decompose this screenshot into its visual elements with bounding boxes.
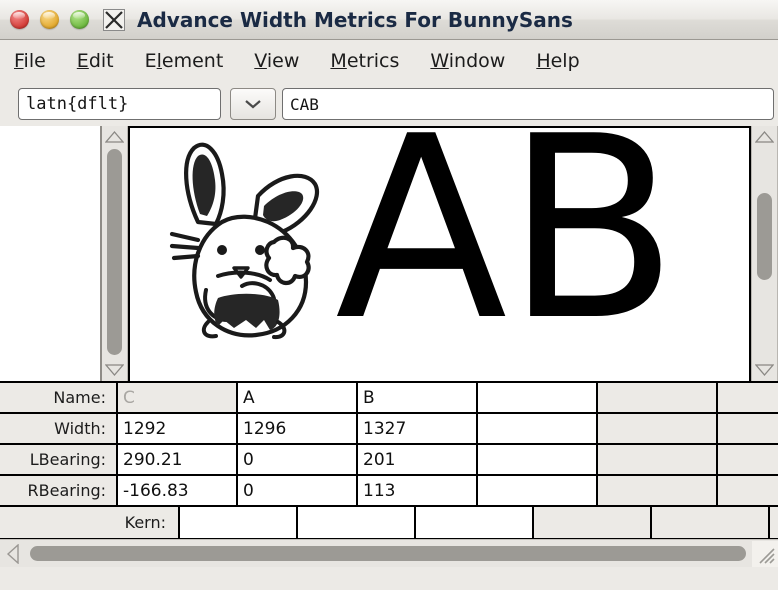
cell-name-3[interactable] — [478, 383, 598, 412]
row-label-name: Name: — [0, 383, 118, 412]
left-vertical-scrollbar[interactable] — [101, 126, 128, 381]
table-row-width: Width: 1292 1296 1327 — [0, 414, 778, 445]
table-row-name: Name: C A B — [0, 383, 778, 414]
cell-kern-3 — [532, 507, 652, 538]
scroll-down-arrow[interactable] — [103, 362, 126, 378]
chevron-down-icon — [243, 98, 263, 110]
cell-name-1[interactable]: A — [238, 383, 358, 412]
metrics-table: Name: C A B Width: 1292 1296 1327 LBeari… — [0, 383, 778, 539]
cell-lbearing-1[interactable]: 0 — [238, 445, 358, 474]
minimize-button[interactable] — [40, 10, 59, 29]
glyph-letter-a[interactable]: A — [335, 128, 507, 355]
menu-item-label: ile — [23, 50, 46, 72]
window-title: Advance Width Metrics For BunnySans — [137, 7, 573, 32]
horizontal-scrollbar[interactable] — [0, 539, 778, 567]
cell-lbearing-2[interactable]: 201 — [358, 445, 478, 474]
cell-kern-1[interactable] — [296, 507, 416, 538]
horizontal-scroll-thumb[interactable] — [30, 546, 746, 561]
cell-name-5 — [718, 383, 778, 412]
maximize-button[interactable] — [70, 10, 89, 29]
right-scroll-thumb[interactable] — [757, 192, 772, 280]
cell-width-1[interactable]: 1296 — [238, 414, 358, 443]
left-scroll-track[interactable] — [102, 145, 127, 362]
cell-rbearing-1[interactable]: 0 — [238, 476, 358, 505]
scroll-up-arrow[interactable] — [753, 129, 776, 145]
scroll-up-arrow[interactable] — [103, 129, 126, 145]
cell-rbearing-5 — [718, 476, 778, 505]
table-row-rbearing: RBearing: -166.83 0 113 — [0, 476, 778, 507]
scroll-down-arrow[interactable] — [753, 362, 776, 378]
cell-width-5 — [718, 414, 778, 443]
cell-name-4 — [598, 383, 718, 412]
cell-rbearing-4 — [598, 476, 718, 505]
menu-item-file[interactable]: File — [14, 50, 46, 72]
sample-text-value: CAB — [290, 94, 319, 114]
menu-item-element[interactable]: Element — [145, 50, 224, 72]
horizontal-scroll-track[interactable] — [26, 540, 752, 568]
cell-width-0[interactable]: 1292 — [118, 414, 238, 443]
x-window-icon — [103, 8, 125, 31]
row-label-lbearing: LBearing: — [0, 445, 118, 474]
script-language-input[interactable]: latn{dflt} — [18, 88, 221, 120]
menu-item-label: E — [144, 50, 157, 72]
left-scroll-thumb[interactable] — [107, 149, 122, 356]
toolbar: latn{dflt} CAB — [0, 82, 778, 126]
cell-name-0[interactable]: C — [118, 383, 238, 412]
glyph-strip: A B — [160, 128, 678, 355]
scroll-left-arrow[interactable] — [0, 543, 26, 564]
menu-item-label: iew — [266, 50, 300, 72]
menu-item-label: dit — [88, 50, 114, 72]
right-vertical-scrollbar[interactable] — [751, 126, 778, 381]
menu-item-edit[interactable]: Edit — [77, 50, 114, 72]
cell-lbearing-3[interactable] — [478, 445, 598, 474]
cell-width-2[interactable]: 1327 — [358, 414, 478, 443]
menu-mnemonic: E — [76, 50, 89, 72]
menu-item-window[interactable]: Window — [430, 50, 505, 72]
script-language-value: latn{dflt} — [26, 94, 129, 114]
menu-item-label: indow — [448, 50, 506, 72]
close-button[interactable] — [10, 10, 29, 29]
cell-kern-2[interactable] — [414, 507, 534, 538]
cell-lbearing-0[interactable]: 290.21 — [118, 445, 238, 474]
metrics-window: Advance Width Metrics For BunnySans File… — [0, 0, 778, 590]
row-label-rbearing: RBearing: — [0, 476, 118, 505]
cell-kern-0[interactable] — [178, 507, 298, 538]
glyph-preview-pane[interactable]: A B — [128, 126, 751, 381]
menu-item-metrics[interactable]: Metrics — [330, 50, 399, 72]
cell-rbearing-2[interactable]: 113 — [358, 476, 478, 505]
menu-item-label: etrics — [346, 50, 400, 72]
row-label-width: Width: — [0, 414, 118, 443]
menu-bar: File Edit Element View Metrics Window He… — [0, 40, 778, 82]
menu-item-label: ement — [161, 50, 224, 72]
table-row-lbearing: LBearing: 290.21 0 201 — [0, 445, 778, 476]
cell-lbearing-5 — [718, 445, 778, 474]
bunny-glyph[interactable] — [160, 130, 335, 345]
menu-item-help[interactable]: Help — [536, 50, 579, 72]
menu-mnemonic: M — [330, 50, 347, 72]
title-bar: Advance Width Metrics For BunnySans — [0, 0, 778, 40]
cell-kern-4 — [650, 507, 770, 538]
right-scroll-track[interactable] — [752, 145, 777, 362]
row-label-kern: Kern: — [124, 513, 166, 532]
menu-mnemonic: F — [14, 50, 24, 72]
cell-rbearing-0[interactable]: -166.83 — [118, 476, 238, 505]
menu-item-label: elp — [550, 50, 580, 72]
cell-lbearing-4 — [598, 445, 718, 474]
menu-mnemonic: V — [254, 50, 267, 72]
cell-rbearing-3[interactable] — [478, 476, 598, 505]
script-dropdown-button[interactable] — [230, 88, 276, 120]
cell-width-4 — [598, 414, 718, 443]
cell-width-3[interactable] — [478, 414, 598, 443]
glyph-display-row: A B — [0, 126, 778, 383]
glyph-letter-b[interactable]: B — [505, 128, 678, 355]
sample-text-input[interactable]: CAB — [282, 88, 774, 120]
menu-mnemonic: H — [536, 50, 551, 72]
cell-name-2[interactable]: B — [358, 383, 478, 412]
menu-item-view[interactable]: View — [254, 50, 299, 72]
menu-mnemonic: W — [430, 50, 449, 72]
glyph-side-panel — [0, 126, 101, 381]
table-row-kern: Kern: — [0, 507, 778, 538]
resize-grip-icon[interactable] — [752, 540, 778, 567]
